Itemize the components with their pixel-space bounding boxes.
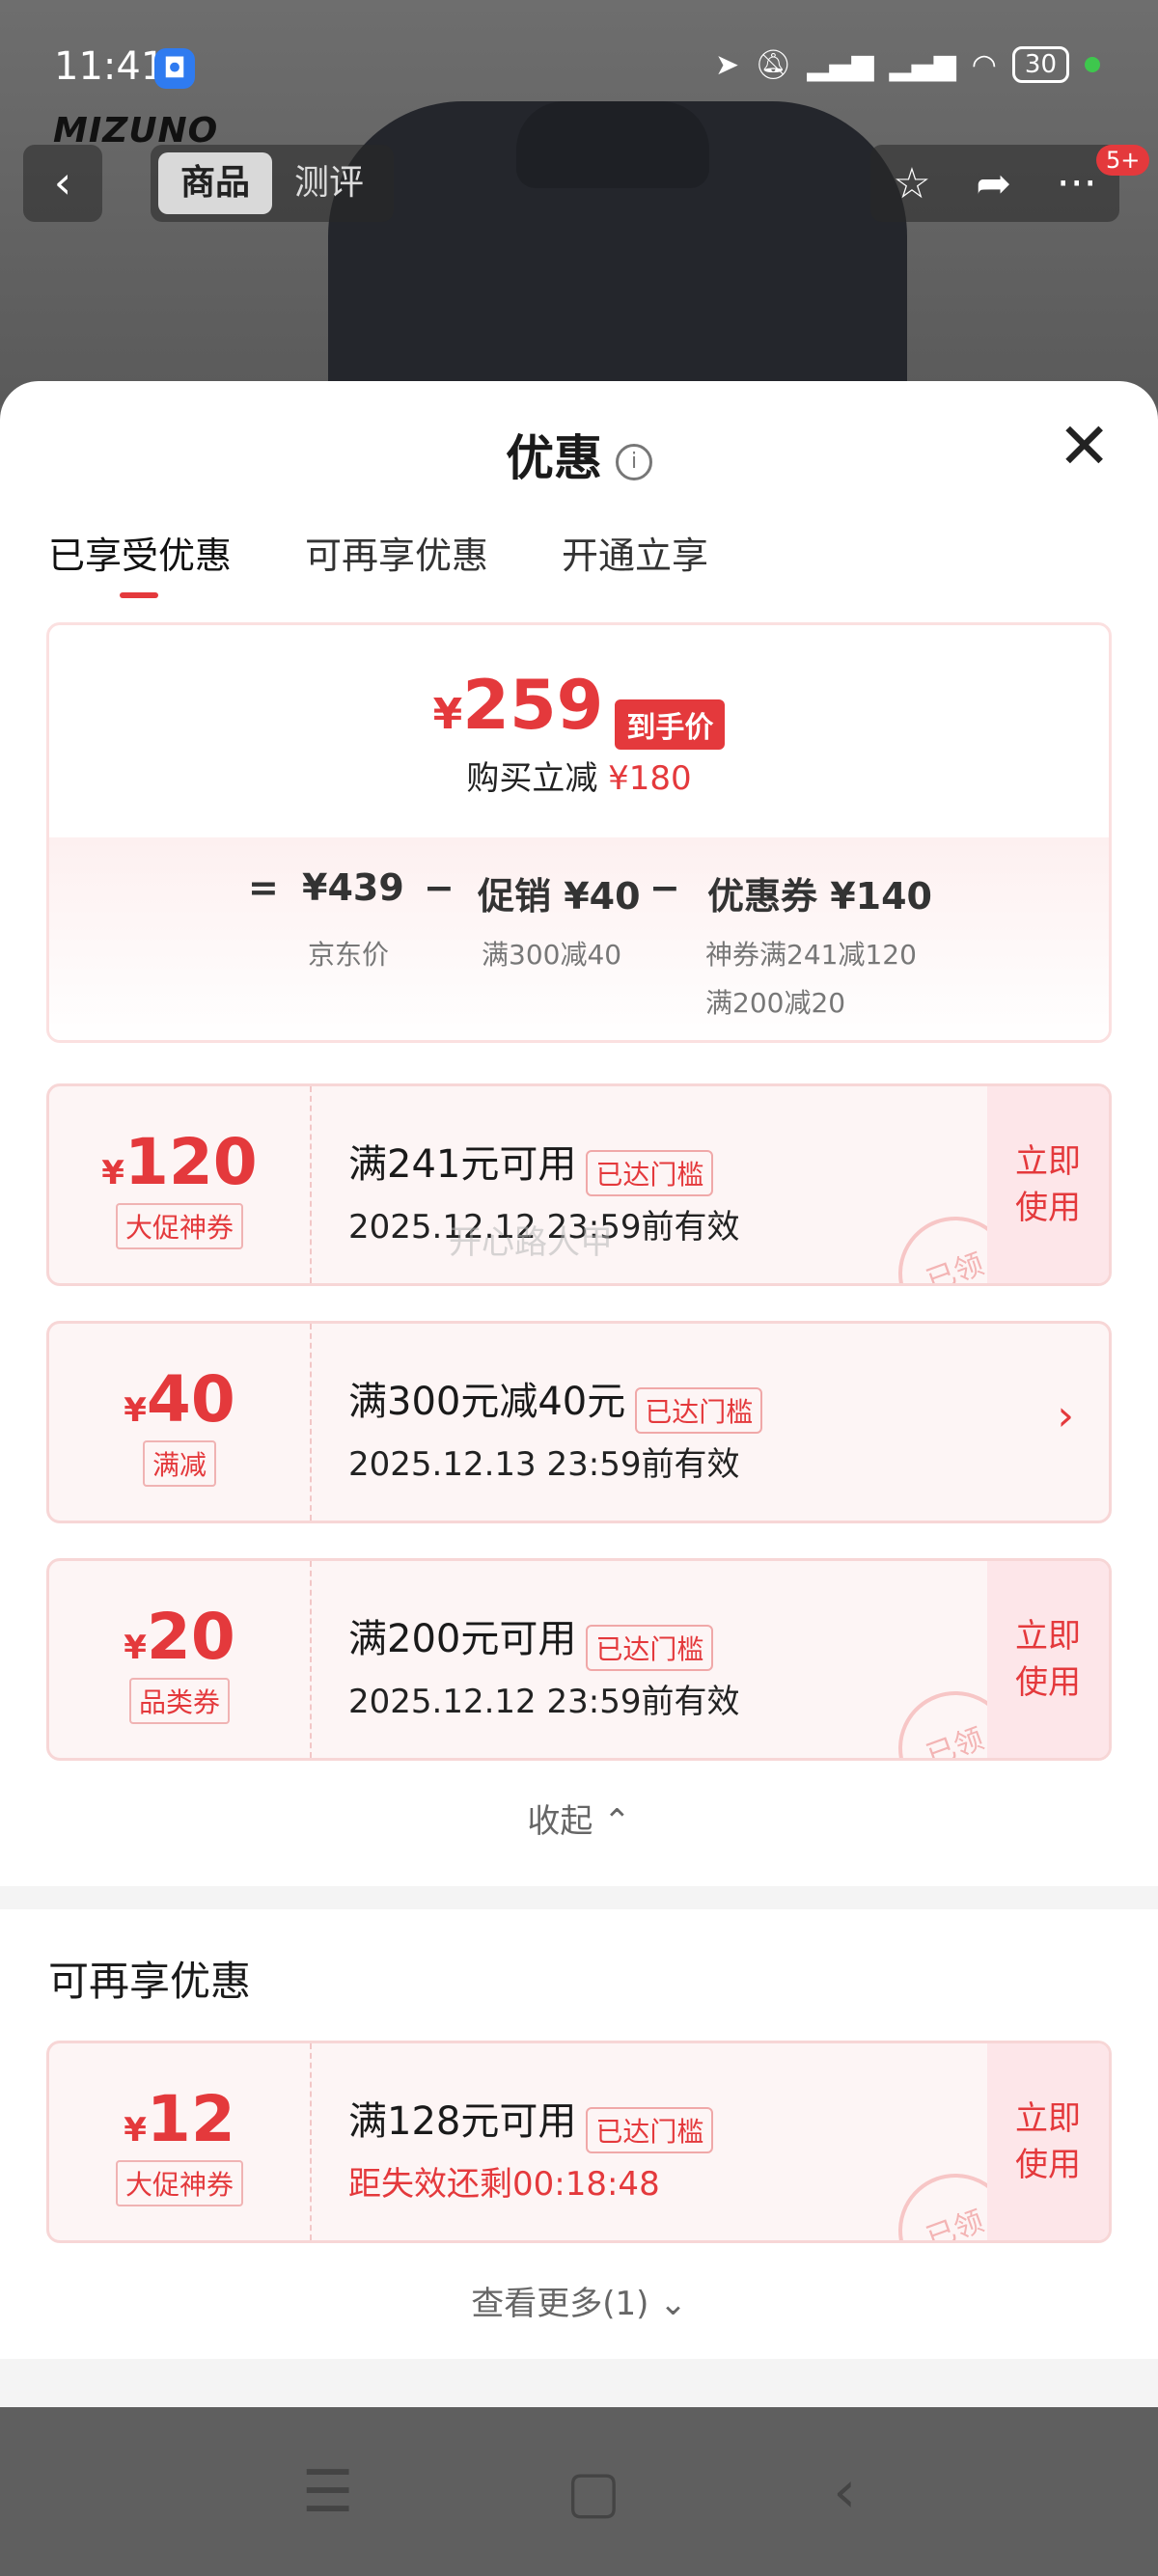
segment-control: 商品 测评 — [151, 145, 394, 222]
coupon-card[interactable]: ¥20 品类券 满200元可用 已达门槛 2025.12.12 23:59前有效 … — [46, 1558, 1112, 1761]
coupon-amount: 12 — [146, 2082, 235, 2156]
status-icons: ➤ 🔕︎ ▂▄▆ ▂▄▆ ◠ 30 — [715, 46, 1100, 83]
info-icon[interactable]: i — [616, 443, 652, 480]
jd-price: ¥439 — [302, 866, 404, 909]
shield-app-icon: ◘ — [154, 48, 195, 89]
coupon-yen: ¥ — [101, 1154, 124, 1192]
coupon-title: 满241元可用 — [348, 1142, 577, 1187]
coupon-date: 2025.12.13 23:59前有效 — [348, 1444, 740, 1484]
coupon-card[interactable]: ¥12 大促神券 满128元可用 已达门槛 距失效还剩00:18:48 已领 立即… — [46, 2041, 1112, 2243]
collapse-label: 收起 — [527, 1802, 593, 1841]
coupon-type: 大促神券 — [115, 1203, 243, 1249]
sheet-title-text: 优惠 — [506, 430, 602, 486]
coupon-amount: 120 — [124, 1125, 258, 1199]
wifi-icon: ◠ — [971, 47, 997, 82]
close-icon[interactable]: ✕ — [1058, 415, 1111, 479]
promo-sub: 满300减40 — [482, 939, 622, 971]
section-title: 可再享优惠 — [48, 1958, 252, 2005]
coupon-discount: 优惠券 ¥140 — [707, 875, 932, 918]
privacy-dot-icon — [1085, 57, 1100, 72]
back-button[interactable]: ‹ — [23, 145, 102, 222]
status-bar: 11:41 ◘ ➤ 🔕︎ ▂▄▆ ▂▄▆ ◠ 30 — [0, 0, 1158, 135]
buy-discount-value: ¥180 — [608, 758, 692, 798]
coupon-type: 大促神券 — [115, 2160, 243, 2206]
promo-discount: 促销 ¥40 — [478, 875, 641, 918]
chevron-left-icon: ‹ — [53, 156, 72, 208]
coupon-countdown: 距失效还剩00:18:48 — [348, 2164, 660, 2204]
coupon-type: 品类券 — [128, 1678, 230, 1724]
minus-sign-2: − — [649, 866, 680, 909]
minus-sign: − — [424, 866, 455, 909]
use-now-button[interactable]: 立即使用 — [987, 1561, 1109, 1758]
sheet-title: 优惠 i — [0, 420, 1158, 489]
equals-sign: = — [248, 866, 279, 909]
coupon-title: 满128元可用 — [348, 2099, 577, 2144]
coupon-amount: 20 — [146, 1600, 235, 1674]
system-nav-bar: ☰ ▢ ‹ — [0, 2407, 1158, 2576]
price-summary: ¥259 到手价 购买立减 ¥180 = ¥439 − 促销 ¥40 − 优惠券 … — [46, 622, 1112, 1043]
coupon-threshold-badge: 已达门槛 — [586, 1624, 714, 1671]
final-price: ¥259 到手价 — [49, 625, 1109, 750]
more-icon[interactable]: ··· — [1057, 159, 1097, 208]
coupon-threshold-badge: 已达门槛 — [635, 1386, 763, 1434]
collapse-button[interactable]: 收起 ⌃ — [0, 1795, 1158, 1842]
signal-icon-2: ▂▄▆ — [889, 47, 956, 82]
coupon-threshold-badge: 已达门槛 — [586, 1149, 714, 1196]
coupon-sub-2: 满200减20 — [705, 987, 846, 1019]
location-icon: ➤ — [715, 47, 740, 82]
tab-more-discounts[interactable]: 可再享优惠 — [305, 526, 488, 598]
coupon-title: 满200元可用 — [348, 1617, 577, 1661]
battery-icon: 30 — [1011, 46, 1069, 83]
use-now-button[interactable]: 立即使用 — [987, 1086, 1109, 1283]
coupon-yen: ¥ — [124, 1391, 147, 1430]
tab-enjoyed[interactable]: 已享受优惠 — [48, 526, 232, 598]
mute-icon: 🔕︎ — [755, 47, 792, 82]
see-more-button[interactable]: 查看更多(1) ⌄ — [0, 2277, 1158, 2324]
section-divider — [0, 2359, 1158, 2407]
segment-product[interactable]: 商品 — [158, 152, 272, 214]
section-divider — [0, 1886, 1158, 1909]
final-price-value: 259 — [462, 666, 604, 745]
tab-open-enjoy[interactable]: 开通立享 — [562, 526, 708, 598]
buy-discount-label: 购买立减 — [466, 758, 598, 798]
signal-icon: ▂▄▆ — [807, 47, 874, 82]
coupon-title: 满300元减40元 — [348, 1380, 626, 1424]
chevron-right-icon[interactable]: › — [1057, 1391, 1074, 1440]
star-icon[interactable]: ☆ — [893, 159, 930, 208]
discount-sheet: 优惠 i ✕ 已享受优惠 可再享优惠 开通立享 ¥259 到手价 购买立减 ¥180… — [0, 381, 1158, 2407]
watermark: 开心路人甲 — [449, 1223, 613, 1262]
coupon-yen: ¥ — [124, 1629, 147, 1667]
top-actions: ☆ ➦ ··· — [870, 145, 1119, 222]
chevron-up-icon: ⌃ — [603, 1802, 631, 1841]
back-icon[interactable]: ‹ — [833, 2458, 856, 2526]
coupon-sub-1: 神券满241减120 — [705, 939, 917, 971]
coupon-card[interactable]: ¥40 满减 满300元减40元 已达门槛 2025.12.13 23:59前有效… — [46, 1321, 1112, 1523]
coupon-yen: ¥ — [124, 2111, 147, 2150]
status-time: 11:41 — [54, 44, 166, 89]
segment-review[interactable]: 测评 — [272, 152, 386, 214]
see-more-label: 查看更多(1) — [471, 2285, 649, 2323]
share-icon[interactable]: ➦ — [976, 159, 1011, 208]
jd-price-label: 京东价 — [308, 939, 390, 971]
coupon-type: 满减 — [142, 1440, 216, 1487]
message-badge: 5+ — [1096, 145, 1150, 176]
coupon-threshold-badge: 已达门槛 — [586, 2106, 714, 2153]
coupon-date: 2025.12.12 23:59前有效 — [348, 1682, 740, 1721]
buy-discount: 购买立减 ¥180 — [49, 752, 1109, 799]
menu-icon[interactable]: ☰ — [302, 2458, 354, 2526]
use-now-button[interactable]: 立即使用 — [987, 2043, 1109, 2240]
home-icon[interactable]: ▢ — [566, 2458, 621, 2526]
coupon-amount: 40 — [146, 1362, 235, 1437]
tab-bar: 已享受优惠 可再享优惠 开通立享 — [48, 526, 708, 598]
final-price-tag: 到手价 — [615, 699, 726, 750]
price-breakdown: = ¥439 − 促销 ¥40 − 优惠券 ¥140 京东价 满300减40 神… — [49, 837, 1109, 1040]
yen-symbol: ¥ — [432, 690, 463, 739]
chevron-down-icon: ⌄ — [659, 2285, 687, 2323]
